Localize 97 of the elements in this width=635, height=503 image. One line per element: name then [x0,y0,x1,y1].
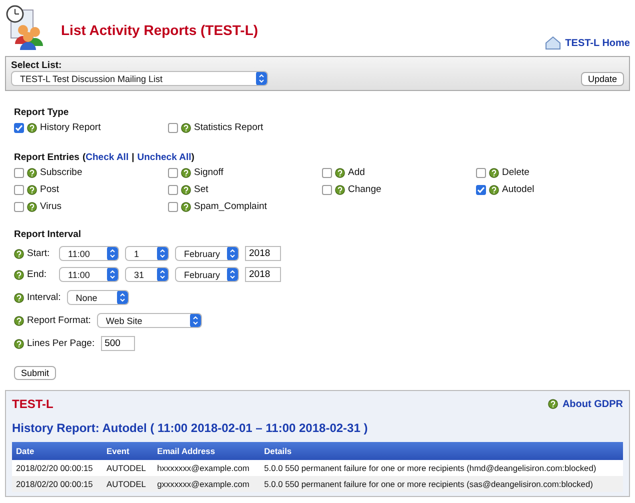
help-icon[interactable] [27,122,37,132]
field-label: Report Format: [27,315,91,326]
page-title: List Activity Reports (TEST-L) [61,22,260,38]
section-heading: Report Entries [14,152,80,163]
checkbox[interactable] [14,202,24,212]
help-icon[interactable] [14,292,24,302]
column-header: Email Address [153,442,260,460]
field-label: Lines Per Page: [27,338,95,349]
lines-field[interactable]: 500 [100,336,135,351]
checkbox[interactable] [168,122,178,132]
stepper-icon [157,247,168,260]
help-icon[interactable] [335,168,345,178]
checkbox[interactable] [14,184,24,194]
help-icon[interactable] [27,184,37,194]
stepper-icon [227,247,238,260]
help-icon[interactable] [14,316,24,326]
help-icon[interactable] [14,338,24,348]
column-header: Event [102,442,154,460]
stepper-icon [157,268,168,281]
option-label: History Report [40,122,101,133]
help-icon[interactable] [489,168,499,178]
checkbox[interactable] [168,184,178,194]
table-cell: 2018/02/20 00:00:15 [12,476,103,492]
table-cell: hxxxxxxx@example.com [153,460,260,476]
check-all-link[interactable]: Check All [86,152,129,163]
home-icon [545,36,562,50]
option-label: Delete [502,167,530,178]
option-label: Autodel [502,184,534,195]
checkbox[interactable] [14,168,24,178]
section-heading: Report Type [14,107,70,118]
option-label: Spam_Complaint [194,201,267,212]
parenthesis: ( [82,152,86,163]
column-header: Details [260,442,623,460]
help-icon[interactable] [181,202,191,212]
dropdown[interactable]: 1 [125,246,169,261]
table-cell: AUTODEL [102,460,154,476]
dropdown[interactable]: February [175,246,239,261]
checkbox[interactable] [322,184,332,194]
help-icon[interactable] [181,168,191,178]
option-label: Subscribe [40,167,82,178]
checkbox[interactable] [476,184,486,194]
stepper-icon [190,314,201,327]
checkbox[interactable] [322,168,332,178]
home-link[interactable]: TEST-L Home [545,36,630,50]
stepper-icon [116,291,128,304]
separator: | [132,152,134,163]
option-label: Virus [40,201,62,212]
help-icon[interactable] [335,184,345,194]
dropdown[interactable]: February [175,267,239,282]
help-icon[interactable] [181,122,191,132]
submit-button[interactable]: Submit [14,366,56,380]
table-cell: 2018/02/20 00:00:15 [12,460,103,476]
parenthesis: ) [191,152,194,163]
help-icon[interactable] [548,399,558,409]
dropdown[interactable]: Web Site [96,313,202,328]
table-cell: 5.0.0 550 permanent failure for one or more recipients (sas@deangelisiron.com:blocked) [260,476,623,492]
help-icon[interactable] [181,184,191,194]
help-icon[interactable] [14,248,24,258]
option-label: Statistics Report [194,122,264,133]
list-name: TEST-L [12,397,54,411]
year-field[interactable]: 2018 [245,267,281,282]
stepper-icon [227,268,238,281]
gdpr-link[interactable]: About GDPR [548,398,623,410]
column-header: Date [12,442,103,460]
dropdown[interactable]: 11:00 [59,267,119,282]
stepper-icon [107,247,118,260]
report-title: History Report: Autodel ( 11:00 2018-02-01 – 11:00 2018-02-31 ) [12,421,369,435]
option-label: Signoff [194,167,224,178]
checkbox[interactable] [14,122,24,132]
checkbox[interactable] [168,202,178,212]
section-heading: Report Interval [14,229,82,240]
dropdown[interactable]: 11:00 [59,246,119,261]
dropdown[interactable]: None [66,290,129,305]
option-label: Change [348,184,382,195]
field-label: End: [27,269,48,280]
field-label: Select List: [11,60,63,71]
table-cell: AUTODEL [102,476,154,492]
help-icon[interactable] [489,184,499,194]
field-label: Interval: [27,292,61,303]
table-cell: 5.0.0 550 permanent failure for one or more recipients (hmd@deangelisiron.com:blocked) [260,460,623,476]
year-field[interactable]: 2018 [245,246,281,261]
help-icon[interactable] [27,168,37,178]
dropdown[interactable]: TEST-L Test Discussion Mailing List [11,71,268,86]
help-icon[interactable] [27,202,37,212]
checkbox[interactable] [476,168,486,178]
table-cell: gxxxxxxx@example.com [153,476,260,492]
stepper-icon [107,268,118,281]
uncheck-all-link[interactable]: Uncheck All [137,152,192,163]
option-label: Post [40,184,60,195]
update-button[interactable]: Update [580,72,624,86]
field-label: Start: [27,248,51,259]
help-icon[interactable] [14,270,24,280]
stepper-icon [256,72,267,85]
dropdown[interactable]: 31 [125,267,169,282]
option-label: Set [194,184,208,195]
checkbox[interactable] [168,168,178,178]
option-label: Add [348,167,365,178]
